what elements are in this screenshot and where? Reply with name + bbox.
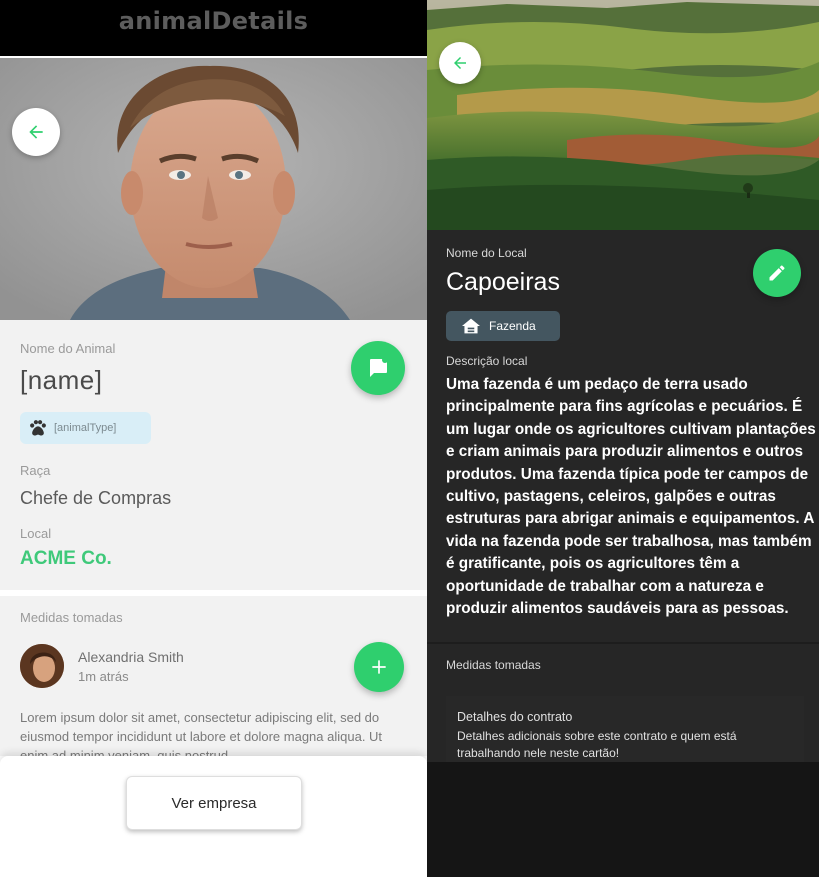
description-label: Descrição local [446,354,528,368]
message-icon [370,357,388,377]
place-type-label: Fazenda [489,319,536,333]
back-button[interactable] [12,108,60,156]
measures-section: Medidas tomadas Detalhes do contrato Det… [427,644,819,762]
bottom-area [427,762,819,877]
animal-name: [name] [20,365,103,395]
place-details-screen: Nome do Local Capoeiras Fazenda Descriçã… [427,0,819,888]
plus-icon [372,660,386,674]
bottom-edge [427,877,819,888]
card-title: Detalhes do contrato [457,710,573,724]
race-label: Raça [20,463,51,478]
house-icon [462,318,480,334]
animal-name-label: Nome do Animal [20,341,116,356]
place-name-label: Nome do Local [446,246,527,260]
app-bar: animalDetails [0,0,427,56]
place-type-chip: Fazenda [446,311,560,341]
paw-icon [30,420,46,436]
measure-time: 1m atrás [78,669,129,684]
avatar [20,644,64,688]
app-bar-title: animalDetails [118,7,309,35]
animal-type-label: [animalType] [54,422,117,434]
pencil-icon [769,265,785,281]
animal-photo [0,58,427,320]
message-button[interactable] [351,341,405,395]
animal-details-screen: animalDetails Nome do Animal [name] [ani… [0,0,427,888]
measures-label: Medidas tomadas [20,610,123,625]
arrow-left-icon [454,57,466,69]
bottom-action-bar: Ver empresa [0,756,427,888]
local-link[interactable]: ACME Co. [20,548,112,570]
place-name: Capoeiras [446,268,560,296]
back-button[interactable] [439,42,481,84]
measure-text: Lorem ipsum dolor sit amet, consectetur … [20,710,383,756]
measure-author: Alexandria Smith [78,649,184,665]
arrow-left-icon [29,125,43,139]
race-value: Chefe de Compras [20,488,172,508]
measures-label: Medidas tomadas [446,658,541,672]
card-description: Detalhes adicionais sobre este contrato … [457,729,737,760]
add-measure-button[interactable] [354,642,404,692]
edit-place-button[interactable] [753,249,801,297]
animal-type-chip: [animalType] [20,412,151,444]
local-label: Local [20,526,52,541]
view-company-button[interactable]: Ver empresa [126,776,302,830]
place-info-section: Nome do Local Capoeiras Fazenda Descriçã… [427,230,819,642]
contract-card[interactable]: Detalhes do contrato Detalhes adicionais… [446,696,804,762]
place-photo [427,0,819,230]
place-description: Uma fazenda é um pedaço de terra usado p… [446,376,816,618]
